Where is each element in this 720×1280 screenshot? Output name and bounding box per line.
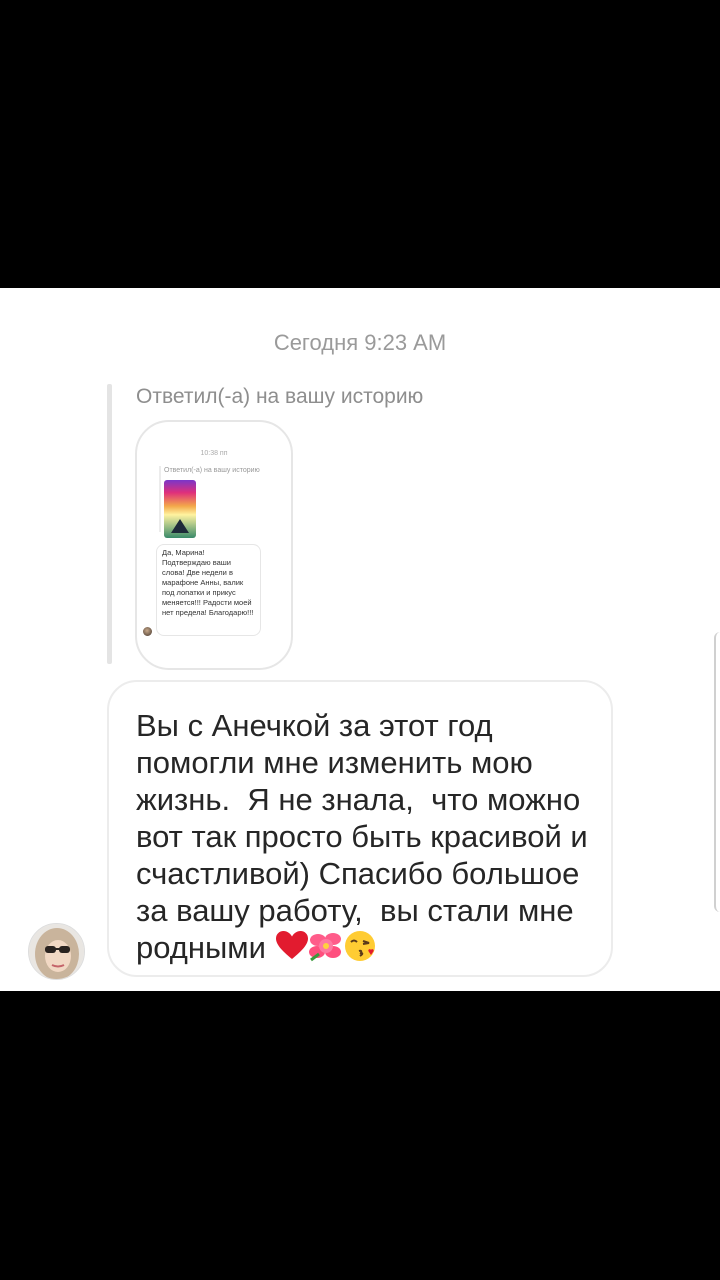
reply-quote-bar: [107, 384, 112, 664]
story-preview-avatar: [143, 627, 152, 636]
story-preview-time: 10:38 пп: [200, 450, 228, 457]
hibiscus-emoji: [308, 930, 343, 962]
story-preview-image: [164, 480, 196, 538]
message-timestamp: Сегодня 9:23 AM: [273, 330, 447, 355]
story-preview-reply-label: Ответил(-а) на вашу историю: [164, 467, 260, 474]
message-text: Вы с Анечкой за этот год помогли мне изм…: [136, 708, 597, 965]
story-preview-thumbnail[interactable]: 10:38 пп Ответил(-а) на вашу историю Да,…: [135, 420, 293, 670]
kissing-face-emoji: [343, 930, 377, 962]
story-preview-quote-bar: [159, 466, 161, 532]
message-text-block: Вы с Анечкой за этот год помогли мне изм…: [136, 707, 606, 966]
chat-panel: Сегодня 9:23 AM Ответил(-а) на вашу исто…: [0, 288, 720, 991]
sender-avatar[interactable]: [28, 923, 85, 980]
scroll-indicator[interactable]: [714, 632, 720, 912]
heart-emoji: [275, 930, 309, 962]
story-preview-message: Да, Марина! Подтверждаю ваши слова! Две …: [156, 544, 261, 636]
story-reply-label: Ответил(-а) на вашу историю: [136, 385, 424, 408]
